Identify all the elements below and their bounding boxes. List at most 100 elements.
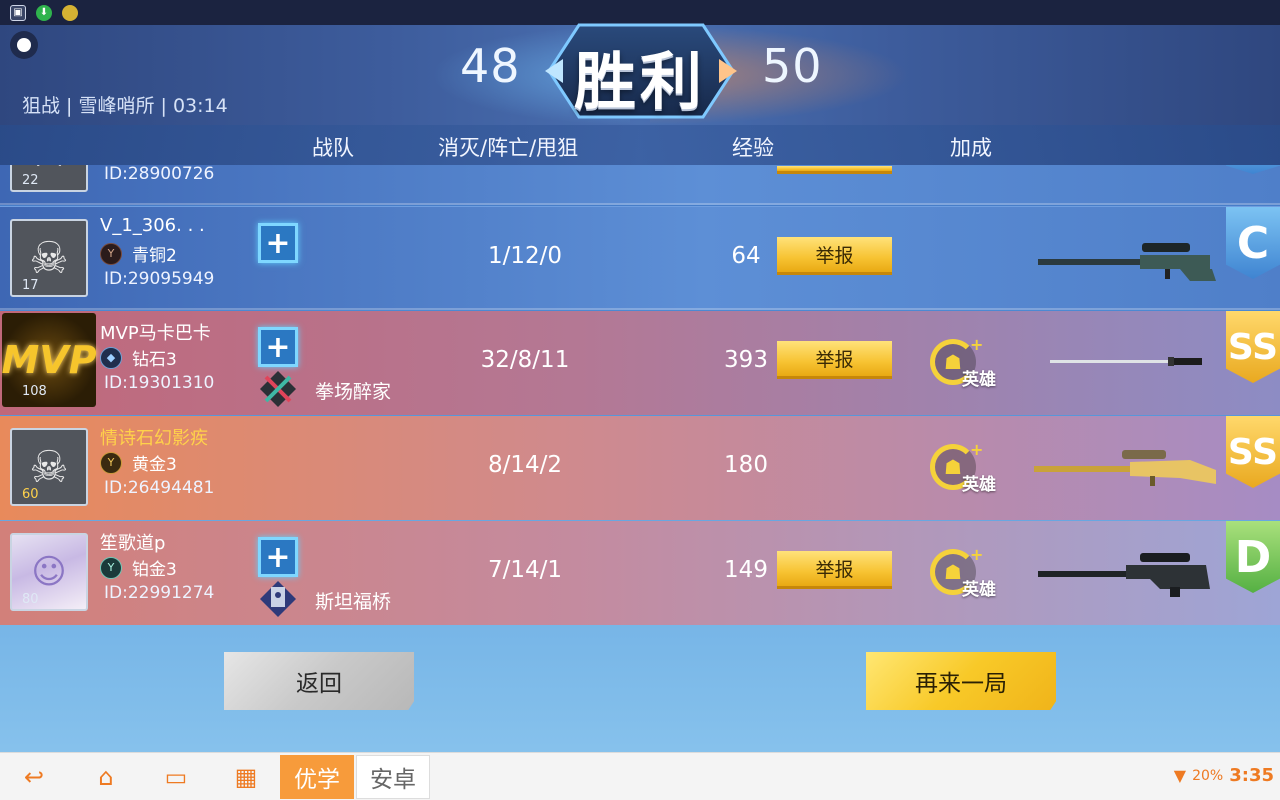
hero-bonus-badge: ☗ + 英雄 <box>930 545 1006 600</box>
hero-bonus-label: 英雄 <box>962 475 996 495</box>
player-id: ID:22991274 <box>104 583 215 603</box>
record-dot-icon <box>17 38 31 52</box>
avatar: ☠ 60 <box>10 428 88 506</box>
add-friend-button[interactable]: + <box>258 327 298 367</box>
platinum-rank-icon: Y <box>100 556 122 579</box>
diamond-rank-icon: ◆ <box>100 346 122 369</box>
clock: 3:35 <box>1229 765 1274 786</box>
report-button[interactable]: 举报 <box>777 551 892 589</box>
player-row: ☠ 17 V_1_306. . . Y 青铜2 ID:29095949 + 1/… <box>0 206 1280 310</box>
kda-value: 1/12/0 <box>487 243 563 269</box>
kda-value: 7/14/1 <box>487 557 563 583</box>
victory-title: 胜利 <box>573 45 706 118</box>
gold-sniper-rifle-icon <box>1034 450 1216 486</box>
rank-label: 钻石3 <box>132 350 177 370</box>
player-name: 笙歌道p <box>100 533 166 554</box>
rank-label: 黄金3 <box>132 455 177 475</box>
report-button[interactable]: 举报 <box>777 237 892 275</box>
add-friend-button[interactable]: + <box>258 537 298 577</box>
app-shortcut-youxue[interactable]: 优学 <box>280 755 354 799</box>
add-friend-button[interactable]: + <box>258 223 298 263</box>
team-name: 斯坦福桥 <box>315 591 392 613</box>
hero-bonus-label: 英雄 <box>962 580 996 600</box>
android-nav-bar: ↩ ⌂ ▭ ▦ 优学 安卓 ▼ 20% 3:35 <box>0 752 1280 800</box>
record-button[interactable] <box>10 31 38 59</box>
exp-value: 180 <box>724 452 768 478</box>
player-level: 17 <box>22 278 39 293</box>
grade-badge: SS <box>1226 311 1280 383</box>
player-row-self: ☠ 60 情诗石幻影疾 Y 黄金3 ID:26494481 8/14/2 180… <box>0 416 1280 520</box>
player-name: 情诗石幻影疾 <box>100 428 208 449</box>
player-rank: Y 铂金3 <box>100 555 177 580</box>
rank-label: 青铜2 <box>132 246 177 266</box>
play-again-button[interactable]: 再来一局 <box>866 652 1056 710</box>
wifi-icon: ▼ <box>1173 766 1187 785</box>
system-tray: ▼ 20% 3:35 <box>1174 765 1274 786</box>
recent-apps-icon[interactable]: ▭ <box>156 763 196 791</box>
back-button[interactable]: 返回 <box>224 652 414 710</box>
report-button[interactable] <box>777 166 892 174</box>
row-divider <box>0 308 1280 310</box>
player-rank: Y 黄金3 <box>100 450 177 475</box>
player-id: ID:26494481 <box>104 478 215 498</box>
grade-badge: C <box>1226 207 1280 279</box>
avatar: ☺ 80 <box>10 533 88 611</box>
plus-icon: + <box>265 329 291 365</box>
grade-badge <box>1226 165 1280 174</box>
column-kda: 消灭/阵亡/甩狙 <box>438 136 579 160</box>
report-button[interactable]: 举报 <box>777 341 892 379</box>
bullpup-rifle-icon <box>1038 553 1210 597</box>
player-id: ID:29095949 <box>104 269 215 289</box>
player-id: ID:19301310 <box>104 373 215 393</box>
gas-mask-icon: ☠ <box>29 232 69 284</box>
player-name: V_1_306. . . <box>100 215 205 236</box>
result-header: 狙战 | 雪峰哨所 | 03:14 48 胜利 50 <box>0 23 1280 125</box>
column-bonus: 加成 <box>950 136 992 160</box>
battery-level: 20% <box>1192 767 1224 784</box>
player-id: ID:28900726 <box>104 165 215 184</box>
image-icon: ▣ <box>10 4 26 21</box>
plus-icon: + <box>265 225 291 261</box>
exp-value: 393 <box>724 347 768 373</box>
rank-label: 铂金3 <box>132 560 177 580</box>
grade-badge: SS <box>1226 416 1280 488</box>
hero-bonus-badge: ☗ + 英雄 <box>930 440 1006 495</box>
player-rank: Y 青铜2 <box>100 241 177 266</box>
player-level: 22 <box>22 173 39 188</box>
player-level: 80 <box>22 592 39 607</box>
coin-icon <box>62 4 78 21</box>
plus-icon: + <box>970 440 984 459</box>
row-divider <box>0 203 1280 205</box>
download-icon: ⬇ <box>36 4 52 21</box>
mvp-badge: MVP <box>1 338 97 382</box>
grade-badge: D <box>1226 521 1280 593</box>
player-row-mvp: MVP 108 MVP马卡巴卡 ◆ 钻石3 ID:19301310 + 拳场醉家… <box>0 311 1280 415</box>
map-info: 狙战 | 雪峰哨所 | 03:14 <box>22 95 228 117</box>
anime-girl-icon: ☺ <box>31 552 67 592</box>
column-header-bar: 战队 消灭/阵亡/甩狙 经验 加成 <box>0 125 1280 165</box>
app-shortcut-android[interactable]: 安卓 <box>356 755 430 799</box>
avatar: ☠ 17 <box>10 219 88 297</box>
team-name: 拳场醉家 <box>315 381 392 403</box>
avatar: ☠ 22 <box>10 165 88 192</box>
shield-emblem-icon <box>260 581 296 617</box>
player-list[interactable]: ☠ 22 ID:28900726 ☠ 17 V_1_306. . . Y 青铜2… <box>0 165 1280 625</box>
back-arrow-icon[interactable]: ↩ <box>14 763 54 791</box>
app-grid-icon[interactable]: ▦ <box>226 763 266 791</box>
exp-value: 64 <box>731 243 761 269</box>
sniper-rifle-icon <box>1038 243 1216 281</box>
hero-bonus-label: 英雄 <box>962 370 996 390</box>
crossed-swords-icon <box>260 371 296 407</box>
team-emblem-icon <box>256 369 300 409</box>
mvp-avatar: MVP 108 <box>1 313 97 407</box>
plus-icon: + <box>265 539 291 575</box>
player-level: 60 <box>22 487 39 502</box>
kda-value: 8/14/2 <box>487 452 563 478</box>
home-icon[interactable]: ⌂ <box>86 763 126 791</box>
score-left: 48 <box>460 39 521 93</box>
player-level: 108 <box>22 384 47 399</box>
kda-value: 32/8/11 <box>480 347 570 373</box>
bronze-rank-icon: Y <box>100 242 122 265</box>
column-exp: 经验 <box>732 136 774 160</box>
plus-icon: + <box>970 545 984 564</box>
